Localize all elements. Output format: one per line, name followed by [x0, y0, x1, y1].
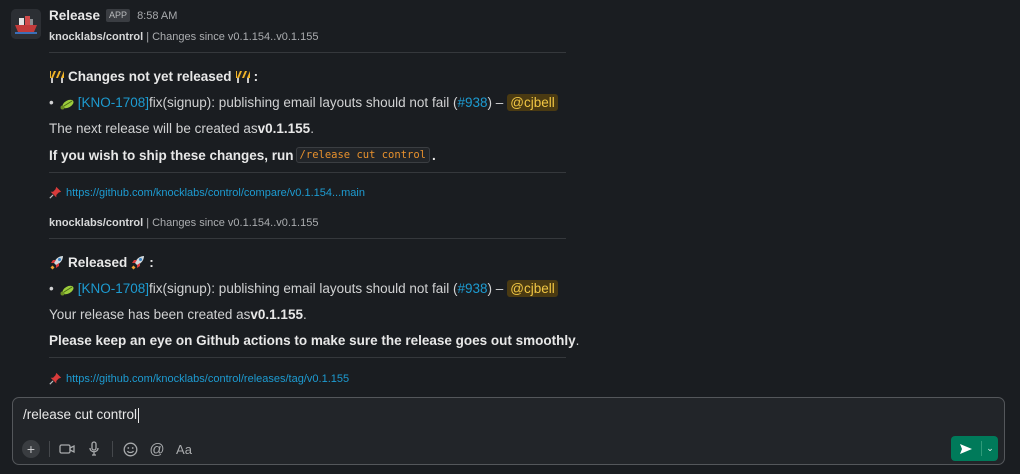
command-code: /release cut control: [295, 147, 430, 163]
message-input[interactable]: /release cut control: [23, 407, 140, 423]
app-avatar[interactable]: [11, 9, 41, 39]
compare-link-line: https://github.com/knocklabs/control/com…: [49, 186, 365, 199]
divider: [49, 52, 566, 53]
ticket-link[interactable]: [KNO-1708]: [78, 281, 149, 296]
message-header: Release APP 8:58 AM: [49, 8, 177, 23]
attach-plus-button[interactable]: +: [20, 438, 42, 460]
ship-instruction: If you wish to ship these changes, run /…: [49, 147, 436, 163]
bug-icon: [60, 99, 74, 109]
release-status: The next release will be created as v0.1…: [49, 121, 314, 136]
bug-icon: [60, 285, 74, 295]
send-icon: [960, 443, 972, 454]
change-item: • [KNO-1708] fix(signup): publishing ema…: [49, 94, 558, 111]
compare-link[interactable]: https://github.com/knocklabs/control/com…: [66, 187, 365, 199]
plus-icon: +: [22, 440, 40, 458]
divider: [49, 238, 566, 239]
toolbar-divider: [112, 441, 113, 457]
user-mention[interactable]: @cjbell: [507, 94, 558, 111]
app-badge: APP: [106, 9, 131, 22]
ticket-link[interactable]: [KNO-1708]: [78, 95, 149, 110]
send-button-group: ⌄: [951, 436, 998, 461]
at-icon: @: [149, 440, 165, 458]
release-link[interactable]: https://github.com/knocklabs/control/rel…: [66, 373, 349, 385]
text-format-icon: Aa: [176, 441, 192, 457]
pushpin-icon: [49, 372, 62, 385]
divider: [49, 357, 566, 358]
rocket-icon: [131, 256, 145, 270]
emoji-button[interactable]: [119, 438, 141, 460]
audio-clip-button[interactable]: [83, 438, 105, 460]
change-item: • [KNO-1708] fix(signup): publishing ema…: [49, 280, 558, 297]
user-mention[interactable]: @cjbell: [507, 280, 558, 297]
message-composer: /release cut control + @ Aa ⌄: [12, 397, 1005, 465]
block-heading: Released :: [49, 254, 154, 270]
toolbar-divider: [49, 441, 50, 457]
pr-link[interactable]: #938: [457, 95, 487, 110]
formatting-button[interactable]: Aa: [173, 438, 195, 460]
video-clip-button[interactable]: [56, 438, 78, 460]
divider: [49, 172, 566, 173]
repo-name: knocklabs/control: [49, 31, 144, 43]
message: Release APP 8:58 AM knocklabs/control | …: [0, 0, 1020, 392]
smiley-icon: [123, 442, 137, 456]
composer-toolbar: + @ Aa: [20, 438, 200, 460]
release-instruction: Please keep an eye on Github actions to …: [49, 333, 580, 348]
text-caret: [138, 407, 140, 423]
sender-name[interactable]: Release: [49, 8, 100, 23]
chevron-down-icon: ⌄: [986, 443, 994, 453]
release-link-line: https://github.com/knocklabs/control/rel…: [49, 372, 349, 385]
rocket-icon: [50, 256, 63, 270]
pr-link[interactable]: #938: [457, 281, 487, 296]
context-line: knocklabs/control | Changes since v0.1.1…: [49, 31, 319, 43]
construction-icon: [50, 71, 64, 83]
mention-button[interactable]: @: [146, 438, 168, 460]
timestamp[interactable]: 8:58 AM: [137, 10, 177, 22]
schedule-send-button[interactable]: ⌄: [982, 443, 998, 454]
microphone-icon: [89, 441, 99, 456]
construction-icon: [235, 71, 250, 83]
pushpin-icon: [49, 186, 62, 199]
context-line: knocklabs/control | Changes since v0.1.1…: [49, 217, 319, 229]
release-status: Your release has been created as v0.1.15…: [49, 307, 307, 322]
block-heading: Changes not yet released :: [49, 68, 258, 84]
repo-name: knocklabs/control: [49, 217, 144, 229]
send-button[interactable]: [951, 443, 981, 455]
video-icon: [59, 444, 75, 454]
